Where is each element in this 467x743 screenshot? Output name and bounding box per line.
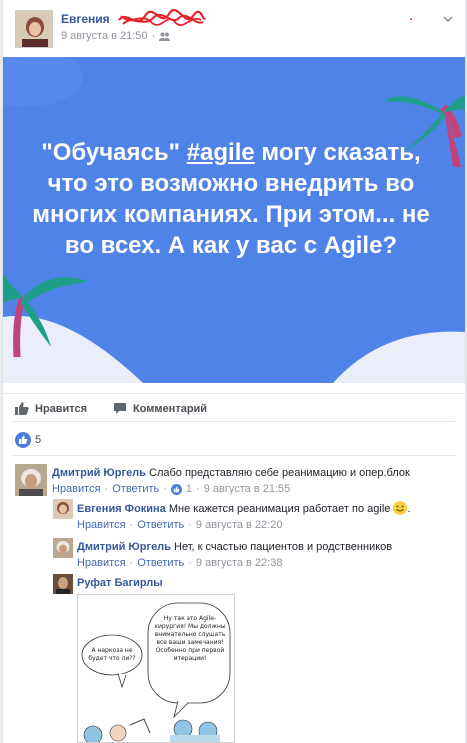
cartoon-bubble-left: А наркоза не будет что ли?? [88, 647, 136, 662]
comment-like-link[interactable]: Нравится [52, 483, 101, 495]
thumbs-up-icon [15, 402, 29, 415]
commenter-avatar[interactable] [15, 464, 47, 496]
chevron-down-icon[interactable] [441, 12, 455, 26]
post-header: Евгения 9 августа в 21:50 · [15, 9, 455, 50]
post-image[interactable]: "Обучаясь" #agile могу сказать, что это … [3, 57, 465, 383]
author-avatar[interactable] [15, 10, 53, 48]
comment-actions: Нравится · Ответить · 1 · 9 августа в 21… [52, 483, 291, 495]
reply-text: Нет, к счастью пациентов и родственников [174, 541, 393, 553]
post-meta: 9 августа в 21:50 · [61, 30, 171, 42]
reply-body: Руфат Багирлы [77, 576, 163, 590]
post-author-name[interactable]: Евгения [61, 12, 110, 26]
post-card: Евгения 9 августа в 21:50 · "Обучаясь" #… [2, 0, 466, 743]
friends-icon [159, 32, 171, 41]
reply-author[interactable]: Евгения Фокина [77, 503, 166, 515]
meta-dot: · [151, 30, 156, 42]
reply-author[interactable]: Руфат Багирлы [77, 577, 163, 589]
post-text: "Обучаясь" #agile могу сказать, что это … [32, 139, 430, 259]
comment-body: Дмитрий Юргель Слабо представляю себе ре… [52, 466, 410, 480]
commenter-avatar[interactable] [53, 538, 73, 558]
commenter-avatar[interactable] [53, 574, 73, 594]
reply-actions: Нравится · Ответить · 9 августа в 22:20 [77, 519, 283, 531]
comment-icon [114, 403, 126, 414]
cartoon-image[interactable]: А наркоза не будет что ли?? Ну так это A… [77, 594, 235, 743]
like-reaction-icon [15, 432, 31, 448]
like-button[interactable]: Нравится [15, 402, 87, 415]
reply-time[interactable]: 9 августа в 22:38 [196, 557, 283, 569]
reply-author[interactable]: Дмитрий Юргель [77, 541, 171, 553]
reply-body: Евгения Фокина Мне кажется реанимация ра… [77, 501, 411, 515]
reply-reply-link[interactable]: Ответить [137, 557, 184, 569]
reply-like-link[interactable]: Нравится [77, 557, 126, 569]
reply-time[interactable]: 9 августа в 22:20 [196, 519, 283, 531]
reply-reply-link[interactable]: Ответить [137, 519, 184, 531]
cartoon-bubble-right: Ну так это Agile-хирургия! Мы должны вни… [154, 615, 226, 662]
commenter-avatar[interactable] [53, 499, 73, 519]
divider [13, 455, 455, 456]
divider [13, 421, 455, 422]
reactions-count: 5 [35, 434, 42, 446]
comment-button[interactable]: Комментарий [113, 402, 207, 415]
reply-like-link[interactable]: Нравится [77, 519, 126, 531]
redaction-scribble [118, 9, 206, 26]
comment-time[interactable]: 9 августа в 21:55 [204, 483, 291, 495]
comment-like-count[interactable]: 1 [186, 483, 192, 495]
post-actions: Нравится Комментарий [3, 393, 465, 423]
reply-text: Мне кажется реанимация работает по agile [168, 503, 391, 515]
reactions-summary[interactable]: 5 [15, 432, 41, 448]
reply-actions: Нравится · Ответить · 9 августа в 22:38 [77, 557, 283, 569]
hashtag-link[interactable]: #agile [187, 139, 255, 166]
comment-author[interactable]: Дмитрий Юргель [52, 467, 146, 479]
comment-text: Слабо представляю себе реанимацию и опер… [149, 467, 410, 479]
like-reaction-icon [170, 483, 182, 495]
red-dot [410, 18, 412, 20]
reply-body: Дмитрий Юргель Нет, к счастью пациентов … [77, 540, 392, 554]
smile-emoji-icon [393, 501, 408, 515]
comment-reply-link[interactable]: Ответить [112, 483, 159, 495]
post-timestamp[interactable]: 9 августа в 21:50 [61, 30, 148, 42]
